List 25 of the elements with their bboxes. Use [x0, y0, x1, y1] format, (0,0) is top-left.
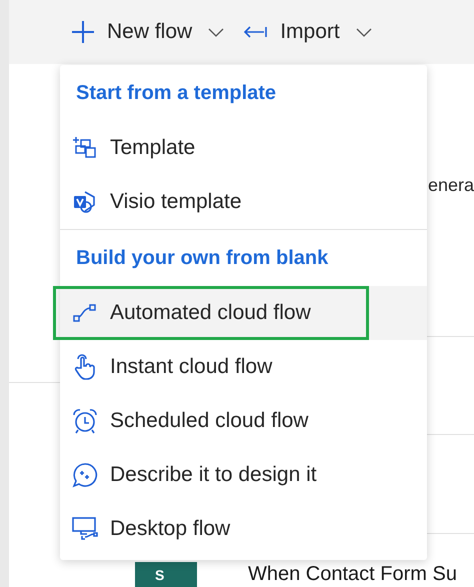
menu-item[interactable]: Automated cloud flow: [60, 286, 427, 340]
menu-item[interactable]: Instant cloud flow: [60, 340, 427, 394]
new-flow-button[interactable]: New flow: [71, 16, 224, 48]
template-icon: [73, 137, 97, 159]
hand-tap-icon: [74, 354, 96, 380]
menu-item[interactable]: Visio template: [60, 175, 427, 229]
flow-title[interactable]: When Contact Form Su: [248, 562, 457, 586]
chevron-down-icon: [208, 28, 224, 36]
desktop-icon: [72, 517, 98, 541]
list-text: enera: [428, 174, 474, 197]
chevron-down-icon: [356, 28, 372, 36]
section-header: Build your own from blank: [75, 246, 330, 271]
arrow-icon: [242, 25, 268, 39]
plus-icon: [71, 20, 95, 44]
menu-item[interactable]: Scheduled cloud flow: [60, 394, 427, 448]
import-button[interactable]: Import: [242, 16, 372, 48]
menu-item[interactable]: Desktop flow: [60, 502, 427, 556]
visio-icon: [73, 190, 97, 214]
sharepoint-icon: S: [135, 562, 197, 587]
chat-sparkle-icon: [72, 462, 98, 488]
menu-item[interactable]: Template: [60, 121, 427, 175]
flow-icon: [73, 304, 97, 322]
menu-item[interactable]: Describe it to design it: [60, 448, 427, 502]
section-header: Start from a template: [75, 81, 278, 106]
alarm-clock-icon: [72, 408, 98, 434]
